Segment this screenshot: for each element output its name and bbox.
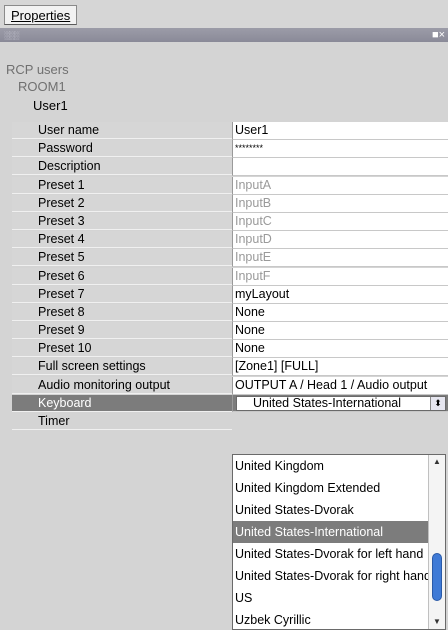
- property-value[interactable]: User1: [232, 122, 448, 140]
- property-label: Preset 3: [12, 212, 232, 230]
- property-row[interactable]: Preset 9 None: [0, 322, 448, 341]
- breadcrumb-tree: RCP users ROOM1 User1: [0, 42, 448, 120]
- property-value[interactable]: ********: [232, 140, 448, 159]
- property-value[interactable]: None: [232, 303, 448, 322]
- property-row[interactable]: Preset 1 InputA: [0, 176, 448, 195]
- property-label: Timer: [12, 413, 232, 430]
- property-label: Preset 8: [12, 303, 232, 321]
- property-label: Description: [12, 158, 232, 176]
- property-value[interactable]: InputF: [232, 267, 448, 286]
- property-value[interactable]: InputE: [232, 249, 448, 268]
- property-row[interactable]: Preset 2 InputB: [0, 194, 448, 213]
- dropdown-option[interactable]: United States-Dvorak for left hand: [233, 543, 431, 565]
- dropdown-option[interactable]: US: [233, 587, 431, 609]
- property-label: Preset 10: [12, 340, 232, 358]
- dropdown-scrollbar[interactable]: ▲ ▼: [428, 455, 445, 629]
- property-value[interactable]: InputA: [232, 176, 448, 195]
- property-value[interactable]: myLayout: [232, 285, 448, 304]
- property-value[interactable]: None: [232, 322, 448, 341]
- property-row[interactable]: Full screen settings [Zone1] [FULL]: [0, 358, 448, 377]
- dropdown-option[interactable]: United States-International: [233, 521, 431, 543]
- property-label: User name: [12, 122, 232, 139]
- panel-window-controls[interactable]: ■×: [432, 28, 448, 42]
- tree-item-rcp-users[interactable]: RCP users: [6, 62, 69, 77]
- property-value[interactable]: OUTPUT A / Head 1 / Audio output: [232, 376, 448, 395]
- property-row[interactable]: Password ********: [0, 140, 448, 159]
- property-label: Preset 4: [12, 231, 232, 249]
- property-value[interactable]: InputD: [232, 231, 448, 250]
- property-value[interactable]: United States-International ⬍: [232, 394, 448, 412]
- property-row-keyboard[interactable]: Keyboard United States-International ⬍: [0, 394, 448, 413]
- scroll-up-arrow-icon[interactable]: ▲: [429, 455, 445, 469]
- property-value[interactable]: InputB: [232, 194, 448, 213]
- property-label: Full screen settings: [12, 358, 232, 376]
- panel-titlebar[interactable]: ░░░ ■×: [0, 28, 448, 42]
- property-label: Password: [12, 140, 232, 158]
- dropdown-option[interactable]: United Kingdom: [233, 455, 431, 477]
- keyboard-select[interactable]: United States-International ⬍: [236, 395, 446, 411]
- property-value[interactable]: [232, 158, 448, 177]
- property-row[interactable]: Preset 8 None: [0, 303, 448, 322]
- property-row[interactable]: Preset 6 InputF: [0, 267, 448, 286]
- property-row[interactable]: User name User1: [0, 122, 448, 140]
- property-row[interactable]: Audio monitoring output OUTPUT A / Head 1…: [0, 376, 448, 395]
- property-row-timer[interactable]: Timer: [0, 413, 448, 431]
- property-label: Preset 7: [12, 285, 232, 303]
- property-label: Preset 5: [12, 249, 232, 267]
- dropdown-option[interactable]: Uzbek Cyrillic: [233, 609, 431, 629]
- property-row[interactable]: Preset 4 InputD: [0, 231, 448, 250]
- scroll-down-arrow-icon[interactable]: ▼: [429, 615, 445, 629]
- property-row[interactable]: Preset 3 InputC: [0, 212, 448, 231]
- tree-item-room1[interactable]: ROOM1: [18, 79, 66, 94]
- property-label: Preset 9: [12, 322, 232, 340]
- property-row[interactable]: Preset 5 InputE: [0, 249, 448, 268]
- dropdown-option[interactable]: United States-Dvorak for right hand: [233, 565, 431, 587]
- property-label: Preset 1: [12, 176, 232, 194]
- property-label: Audio monitoring output: [12, 376, 232, 394]
- drag-grip-icon[interactable]: ░░░: [4, 31, 19, 40]
- property-label: Preset 6: [12, 267, 232, 285]
- tree-item-user1[interactable]: User1: [33, 98, 68, 113]
- dropdown-option[interactable]: United Kingdom Extended: [233, 477, 431, 499]
- select-arrows-icon[interactable]: ⬍: [430, 396, 445, 410]
- property-grid: User name User1 Password ******** Descriptio…: [0, 122, 448, 431]
- properties-tab[interactable]: Properties: [4, 5, 78, 25]
- property-value[interactable]: [Zone1] [FULL]: [232, 358, 448, 377]
- keyboard-select-value: United States-International: [253, 395, 402, 410]
- dropdown-option[interactable]: United States-Dvorak: [233, 499, 431, 521]
- property-value[interactable]: None: [232, 340, 448, 359]
- property-row[interactable]: Description: [0, 158, 448, 177]
- property-label: Keyboard: [12, 394, 232, 412]
- property-row[interactable]: Preset 7 myLayout: [0, 285, 448, 304]
- scroll-thumb[interactable]: [432, 553, 442, 601]
- panel-tab-bar: Properties: [0, 0, 448, 28]
- property-value[interactable]: InputC: [232, 212, 448, 231]
- keyboard-dropdown-list[interactable]: United Kingdom United Kingdom Extended Uni…: [232, 454, 446, 630]
- property-row[interactable]: Preset 10 None: [0, 340, 448, 359]
- property-label: Preset 2: [12, 194, 232, 212]
